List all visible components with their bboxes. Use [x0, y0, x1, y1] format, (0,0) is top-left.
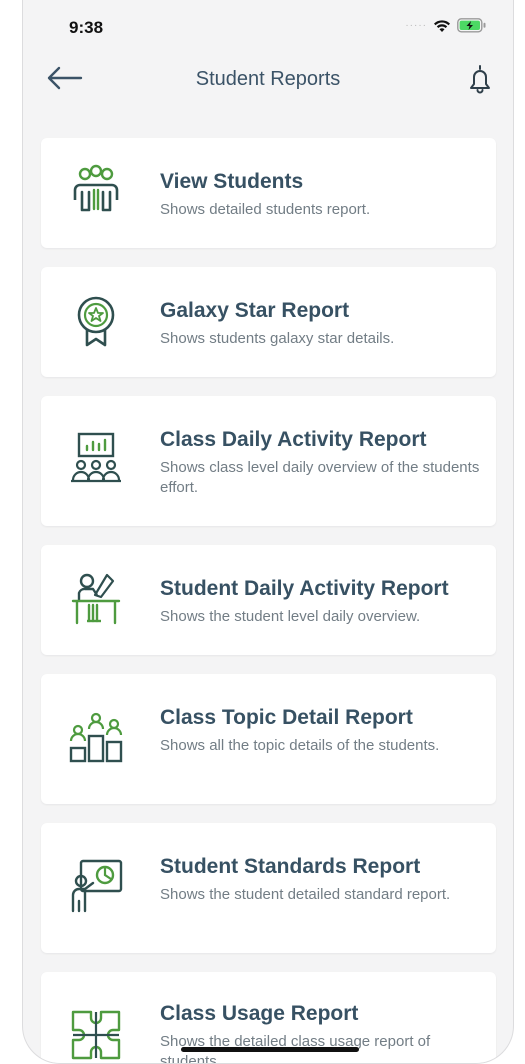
report-title: Class Daily Activity Report — [160, 428, 427, 451]
report-card-student-standards[interactable]: Student Standards Report Shows the stude… — [41, 823, 496, 953]
status-bar: 9:38 ····· — [23, 0, 513, 52]
report-card-galaxy-star[interactable]: Galaxy Star Report Shows students galaxy… — [41, 267, 496, 377]
puzzle-icon — [71, 1010, 121, 1060]
report-title: Galaxy Star Report — [160, 299, 350, 322]
report-description: Shows the student level daily overview. — [160, 608, 421, 625]
wifi-icon — [434, 19, 450, 32]
report-title: Student Daily Activity Report — [160, 577, 449, 600]
home-indicator[interactable] — [181, 1047, 359, 1052]
bell-icon — [470, 65, 490, 94]
report-title: View Students — [160, 170, 304, 193]
notifications-button[interactable] — [465, 62, 495, 96]
navigation-bar: Student Reports — [23, 56, 513, 102]
report-description: Shows class level daily overview of the … — [160, 459, 480, 496]
status-time: 9:38 — [69, 18, 104, 37]
report-description: Shows all the topic details of the stude… — [160, 737, 440, 754]
report-description: Shows the student detailed standard repo… — [160, 886, 451, 903]
report-card-class-topic-detail[interactable]: Class Topic Detail Report Shows all the … — [41, 674, 496, 804]
presenter-board-icon — [71, 859, 123, 913]
battery-charging-icon — [457, 18, 486, 33]
report-card-view-students[interactable]: View Students Shows detailed students re… — [41, 138, 496, 248]
page-title: Student Reports — [195, 68, 341, 90]
report-title: Student Standards Report — [160, 855, 421, 878]
students-group-icon — [73, 164, 119, 212]
star-badge-icon — [77, 296, 115, 347]
report-description: Shows detailed students report. — [160, 201, 371, 218]
status-icons: ····· — [405, 18, 487, 33]
report-description: Shows students galaxy star details. — [160, 330, 395, 347]
report-title: Class Usage Report — [160, 1002, 359, 1025]
student-desk-icon — [71, 573, 121, 625]
signal-icon: ····· — [405, 20, 427, 31]
app-screen: 9:38 ····· Student Reports View Students… — [22, 0, 514, 1064]
report-card-student-daily-activity[interactable]: Student Daily Activity Report Shows the … — [41, 545, 496, 655]
classroom-board-icon — [71, 432, 121, 483]
podium-students-icon — [69, 712, 123, 763]
report-title: Class Topic Detail Report — [160, 706, 413, 729]
report-card-class-daily-activity[interactable]: Class Daily Activity Report Shows class … — [41, 396, 496, 526]
